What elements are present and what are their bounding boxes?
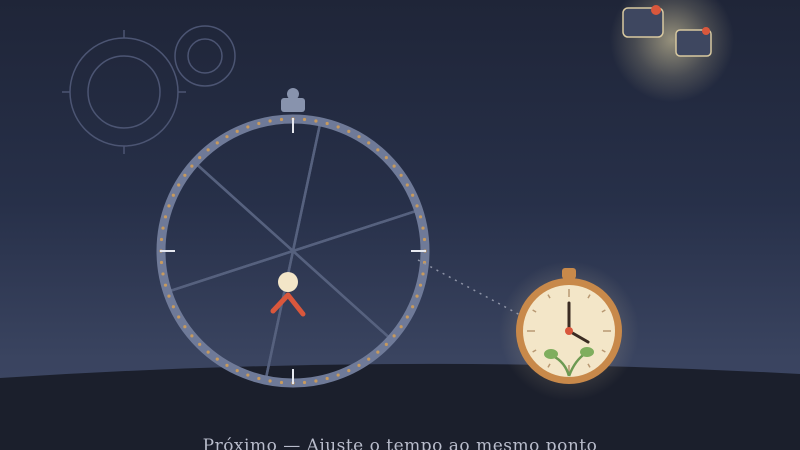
rim-stud xyxy=(411,305,415,309)
rim-stud xyxy=(177,315,181,319)
rim-stud xyxy=(367,141,371,145)
rim-stud xyxy=(421,226,425,230)
wheel-spoke xyxy=(194,161,392,341)
rim-stud xyxy=(392,334,396,338)
rim-stud xyxy=(198,342,202,346)
rim-stud xyxy=(190,334,194,338)
pocket-watch-icon[interactable] xyxy=(499,261,639,401)
game-stage: Próximo — Ajuste o tempo ao mesmo ponto xyxy=(0,0,800,450)
rim-stud xyxy=(246,373,250,377)
rim-stud xyxy=(167,294,171,298)
rim-stud xyxy=(167,204,171,208)
rim-stud xyxy=(279,117,284,122)
seat-icon xyxy=(281,88,305,112)
rim-stud xyxy=(206,148,210,152)
rim-stud xyxy=(235,369,239,373)
rim-stud xyxy=(183,173,187,177)
rim-stud xyxy=(246,125,250,129)
rim-stud xyxy=(302,380,307,385)
rim-stud xyxy=(336,373,340,377)
rim-stud xyxy=(357,135,361,139)
card-button-2[interactable] xyxy=(675,27,712,57)
rim-stud xyxy=(183,325,187,329)
rim-stud xyxy=(215,141,219,145)
rim-stud xyxy=(163,283,168,287)
rim-stud xyxy=(302,117,307,122)
rim-stud xyxy=(215,357,219,361)
rim-stud xyxy=(376,148,380,152)
rim-stud xyxy=(268,119,272,123)
scene-canvas xyxy=(0,0,800,450)
rim-stud xyxy=(399,173,403,177)
rim-stud xyxy=(421,272,425,276)
character-body xyxy=(270,292,306,317)
rim-stud xyxy=(257,121,261,126)
rim-stud xyxy=(171,305,175,309)
rim-stud xyxy=(422,237,427,242)
rim-stud xyxy=(384,342,388,346)
gear-icon xyxy=(62,30,186,154)
rim-stud xyxy=(347,369,351,373)
small-gear-icon xyxy=(174,25,236,87)
rim-stud xyxy=(392,164,396,168)
rim-stud xyxy=(171,193,175,197)
rim-stud xyxy=(206,350,210,354)
watch-center-pin xyxy=(565,327,573,335)
rim-stud xyxy=(161,226,165,230)
watch-crown xyxy=(562,268,576,279)
rotating-wheel[interactable] xyxy=(156,114,430,388)
rim-stud xyxy=(405,315,409,319)
rim-stud xyxy=(418,215,423,219)
rim-stud xyxy=(159,260,164,265)
rim-stud xyxy=(190,164,194,168)
rim-stud xyxy=(376,350,380,354)
rim-stud xyxy=(225,363,229,367)
card-button-1[interactable] xyxy=(622,5,664,38)
rim-stud xyxy=(163,215,168,219)
rim-stud xyxy=(418,283,423,287)
rim-stud xyxy=(367,357,371,361)
rim-stud xyxy=(198,156,202,160)
rim-stud xyxy=(314,379,318,383)
rim-stud xyxy=(399,325,403,329)
rim-stud xyxy=(415,204,419,208)
notification-dot-icon xyxy=(702,27,710,35)
rim-stud xyxy=(347,129,351,133)
rim-stud xyxy=(257,376,261,381)
rim-stud xyxy=(161,272,165,276)
rim-stud xyxy=(384,156,388,160)
rim-stud xyxy=(279,380,284,385)
rim-stud xyxy=(411,193,415,197)
caption-text: Próximo — Ajuste o tempo ao mesmo ponto xyxy=(202,436,598,450)
rim-stud xyxy=(357,363,361,367)
rim-stud xyxy=(325,121,329,126)
rim-stud xyxy=(325,376,329,381)
rim-stud xyxy=(159,237,164,242)
rim-stud xyxy=(415,294,419,298)
rim-stud xyxy=(177,183,181,187)
rim-stud xyxy=(336,125,340,129)
notification-dot-icon xyxy=(651,5,661,15)
rim-stud xyxy=(225,135,229,139)
character-head xyxy=(278,272,298,292)
player-character[interactable] xyxy=(270,272,306,317)
rim-stud xyxy=(268,379,272,383)
rim-stud xyxy=(314,119,318,123)
rim-stud xyxy=(235,129,239,133)
rim-stud xyxy=(405,183,409,187)
